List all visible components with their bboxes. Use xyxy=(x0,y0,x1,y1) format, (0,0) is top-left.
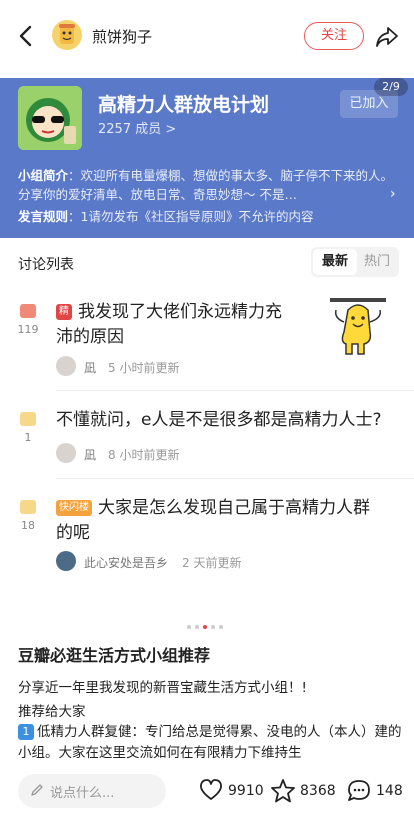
star-button[interactable]: 8368 xyxy=(270,778,340,804)
article-paragraph: 推荐给大家 xyxy=(18,704,86,720)
like-count: 9910 xyxy=(228,783,264,799)
group-title[interactable]: 高精力人群放电计划 xyxy=(98,90,269,117)
essence-tag: 精 xyxy=(56,304,72,320)
rules-text: ：1请勿发布《社区指导原则》不允许的内容 xyxy=(68,209,314,224)
poster-name[interactable]: 煎饼狗子 xyxy=(92,26,152,47)
article-paragraph: 分享近一年里我发现的新晋宝藏生活方式小组！! xyxy=(18,680,307,696)
update-time: 2 天前更新 xyxy=(182,556,242,570)
group-rules[interactable]: 发言规则：1请勿发布《社区指导原则》不允许的内容 xyxy=(18,206,398,225)
post-title-line2: 的呢 xyxy=(56,523,90,543)
bottom-action-bar: 说点什么... 9910 8368 148 xyxy=(0,764,414,814)
post-title[interactable]: 精我发现了大佬们永远精力充 沛的原因 xyxy=(56,300,316,350)
author-name[interactable]: 凪 xyxy=(84,446,96,463)
comments-button[interactable]: 148 xyxy=(346,778,406,804)
pen-icon xyxy=(31,784,43,796)
number-badge: 1 xyxy=(18,724,34,740)
group-banner[interactable]: 高精力人群放电计划 2257 成员 > 已加入 2/9 小组简介：欢迎所有电量爆… xyxy=(0,78,414,238)
post-meta: 此心安处是吾乡 2 天前更新 xyxy=(56,551,276,573)
comment-count: 18 xyxy=(21,519,35,532)
group-intro[interactable]: 小组简介：欢迎所有电量爆棚、想做的事太多、脑子停不下来的人。分享你的爱好清单、放… xyxy=(18,166,398,204)
member-count[interactable]: 2257 成员 > xyxy=(98,118,176,137)
discussion-header: 讨论列表 最新 热门 xyxy=(0,238,414,286)
follow-button[interactable]: 关注 xyxy=(304,22,364,50)
share-icon xyxy=(376,27,398,47)
post-title-line1: 我发现了大佬们永远精力充 xyxy=(78,302,282,322)
article-paragraph: 1 低精力人群复健：专门给总是觉得累、没电的人（本人）建的小组。大家在这里交流如何… xyxy=(18,722,404,764)
comment-count: 1 xyxy=(24,431,32,444)
chevron-right-icon[interactable]: › xyxy=(390,186,396,202)
star-count: 8368 xyxy=(300,783,336,799)
star-icon xyxy=(271,779,295,803)
comment-total: 148 xyxy=(376,783,403,799)
comment-count: 119 xyxy=(17,323,39,336)
carousel-dots xyxy=(187,625,227,631)
author-name[interactable]: 此心安处是吾乡 xyxy=(84,554,168,571)
intro-text: ：欢迎所有电量爆棚、想做的事太多、脑子停不下来的人。分享你的爱好清单、放电日常、… xyxy=(18,168,394,202)
post-thumbnail[interactable] xyxy=(330,298,386,358)
post-meta: 凪 8 小时前更新 xyxy=(56,443,256,465)
heart-icon xyxy=(200,779,222,800)
article-paragraph-text: 低精力人群复健：专门给总是觉得累、没电的人（本人）建的小组。大家在这里交流如何在… xyxy=(18,724,402,761)
comment-bubble-icon xyxy=(20,304,36,318)
comment-input[interactable]: 说点什么... xyxy=(18,774,166,808)
chat-icon xyxy=(348,780,370,801)
avatar[interactable] xyxy=(56,443,76,463)
post-title-line2: 沛的原因 xyxy=(56,327,124,347)
divider xyxy=(56,390,414,391)
back-button[interactable] xyxy=(12,22,40,50)
divider xyxy=(56,478,414,479)
poster-avatar[interactable] xyxy=(52,20,82,50)
post-title-line1: 大家是怎么发现自己属于高精力人群 xyxy=(98,498,370,518)
flash-tag: 快闪楼 xyxy=(56,500,92,516)
intro-label: 小组简介 xyxy=(18,168,69,183)
comment-bubble-icon xyxy=(20,500,36,514)
sort-latest-tab[interactable]: 最新 xyxy=(313,249,357,275)
back-icon xyxy=(19,25,32,47)
share-button[interactable] xyxy=(374,24,400,50)
top-bar: 煎饼狗子 关注 xyxy=(0,0,414,78)
rules-label: 发言规则 xyxy=(18,209,69,224)
post-title[interactable]: 不懂就问，e人是不是很多都是高精力人士? xyxy=(56,408,406,433)
post-title[interactable]: 快闪楼 大家是怎么发现自己属于高精力人群 的呢 xyxy=(56,496,396,546)
update-time: 5 小时前更新 xyxy=(108,361,180,375)
avatar[interactable] xyxy=(56,551,76,571)
like-button[interactable]: 9910 xyxy=(198,778,264,804)
discussion-title: 讨论列表 xyxy=(18,257,74,273)
comment-placeholder: 说点什么... xyxy=(50,786,115,801)
update-time: 8 小时前更新 xyxy=(108,448,180,462)
sort-hot-tab[interactable]: 热门 xyxy=(357,249,397,275)
post-meta: 凪 5 小时前更新 xyxy=(56,356,256,378)
page-indicator: 2/9 xyxy=(374,78,408,96)
author-name[interactable]: 凪 xyxy=(84,359,96,376)
article-title: 豆瓣必逛生活方式小组推荐 xyxy=(18,646,211,665)
sort-toggle: 最新 热门 xyxy=(311,247,399,277)
comment-bubble-icon xyxy=(20,412,36,426)
post-title-line1: 不懂就问，e人是不是很多都是高精力人士? xyxy=(56,410,382,430)
avatar[interactable] xyxy=(56,356,76,376)
group-cover-image[interactable] xyxy=(18,86,82,150)
